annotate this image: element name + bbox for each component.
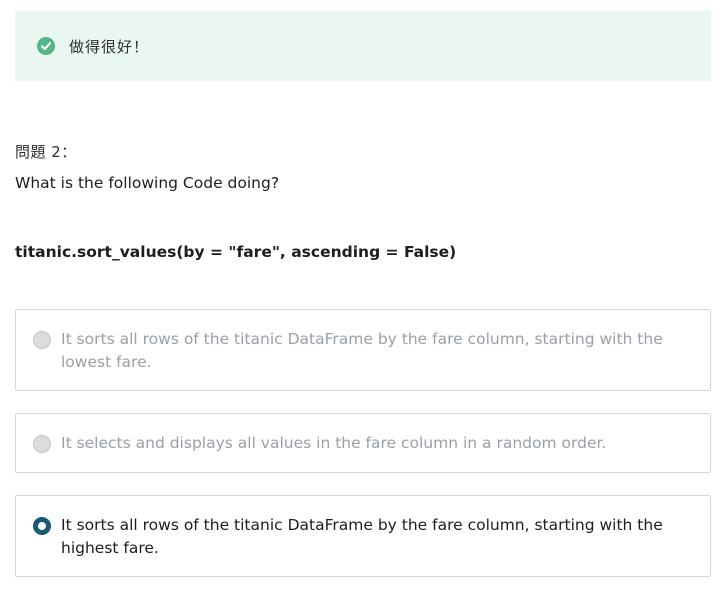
answer-option-1[interactable]: It sorts all rows of the titanic DataFra… bbox=[15, 309, 711, 391]
answer-option-3[interactable]: It sorts all rows of the titanic DataFra… bbox=[15, 495, 711, 577]
answer-option-2[interactable]: It selects and displays all values in th… bbox=[15, 413, 711, 473]
radio-button-unselected[interactable] bbox=[33, 435, 51, 453]
check-circle-icon bbox=[37, 37, 55, 55]
radio-button-selected[interactable] bbox=[33, 517, 51, 535]
answer-option-label: It sorts all rows of the titanic DataFra… bbox=[61, 516, 663, 557]
feedback-banner: 做得很好！ bbox=[15, 11, 711, 81]
question-number: 問題 2： bbox=[15, 143, 77, 161]
answer-option-label: It sorts all rows of the titanic DataFra… bbox=[61, 330, 663, 371]
feedback-message: 做得很好！ bbox=[69, 37, 150, 56]
answer-option-label: It selects and displays all values in th… bbox=[61, 434, 607, 452]
question-code: titanic.sort_values(by = "fare", ascendi… bbox=[15, 243, 457, 261]
question-prompt: What is the following Code doing? bbox=[15, 174, 280, 192]
radio-button-unselected[interactable] bbox=[33, 331, 51, 349]
